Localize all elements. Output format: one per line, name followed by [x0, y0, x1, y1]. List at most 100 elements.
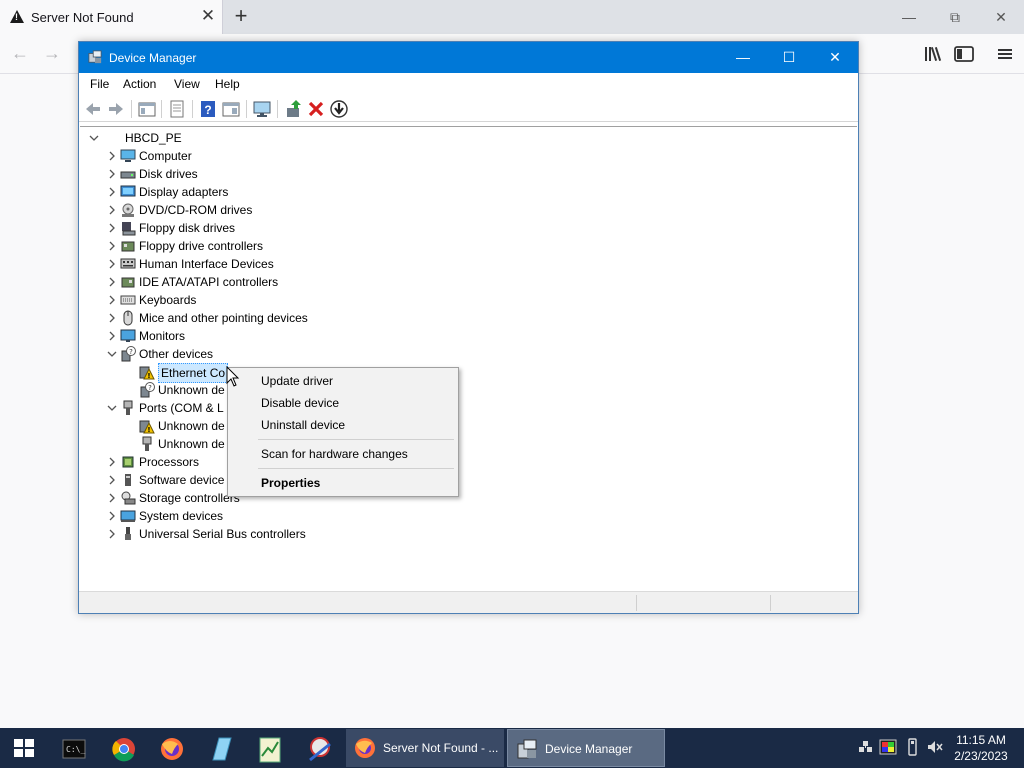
chevron-down-icon[interactable]	[88, 129, 100, 147]
help-icon[interactable]: ?	[198, 99, 218, 119]
tree-item-label: Other devices	[139, 347, 214, 361]
taskbar-firefox-task[interactable]: Server Not Found - ...	[346, 729, 504, 767]
chevron-right-icon[interactable]	[106, 219, 118, 237]
tree-item-label: Processors	[139, 455, 200, 469]
tree-item[interactable]: Universal Serial Bus controllers	[106, 525, 840, 543]
dvd-drive-icon	[122, 203, 134, 217]
close-button[interactable]: ✕	[812, 42, 858, 73]
uninstall-x-icon[interactable]	[306, 99, 326, 119]
chevron-right-icon[interactable]	[106, 327, 118, 345]
color-settings-tray-icon[interactable]	[879, 738, 897, 756]
menu-scan-hardware[interactable]: Scan for hardware changes	[230, 443, 456, 465]
tree-item-label: Ports (COM & L	[139, 401, 224, 415]
chevron-right-icon[interactable]	[106, 471, 118, 489]
chevron-right-icon[interactable]	[106, 183, 118, 201]
chevron-right-icon[interactable]	[106, 255, 118, 273]
new-tab-button[interactable]: +	[229, 4, 253, 30]
tree-item-label: Unknown de	[158, 419, 225, 433]
back-arrow-icon[interactable]	[83, 99, 103, 119]
sidebar-icon[interactable]	[952, 42, 976, 66]
chevron-right-icon[interactable]	[106, 201, 118, 219]
chevron-right-icon[interactable]	[106, 291, 118, 309]
tree-item[interactable]: ? Other devices	[106, 345, 840, 363]
tree-item[interactable]: Ports (COM & L	[106, 399, 840, 417]
library-icon[interactable]	[921, 42, 945, 66]
tree-item[interactable]: Floppy disk drives	[106, 219, 840, 237]
chevron-right-icon[interactable]	[106, 489, 118, 507]
chevron-right-icon[interactable]	[106, 453, 118, 471]
tree-item-label: Computer	[139, 149, 192, 163]
maximize-button[interactable]: ☐	[766, 42, 812, 73]
firefox-icon	[355, 738, 375, 758]
menu-disable-device[interactable]: Disable device	[230, 392, 456, 414]
toolbar-divider	[192, 100, 193, 118]
tree-item[interactable]: Storage controllers	[106, 489, 840, 507]
port-icon	[142, 436, 152, 451]
svg-text:?: ?	[204, 103, 211, 117]
chevron-down-icon[interactable]	[106, 399, 118, 417]
view-pane-icon[interactable]	[221, 99, 241, 119]
properties-page-icon[interactable]	[167, 99, 187, 119]
chevron-right-icon[interactable]	[106, 147, 118, 165]
show-hide-console-tree-icon[interactable]	[137, 99, 157, 119]
menu-update-driver[interactable]: Update driver	[230, 370, 456, 392]
system-clock[interactable]: 11:15 AM 2/23/2023	[948, 732, 1014, 764]
minimize-button[interactable]: —	[720, 42, 766, 73]
forward-button[interactable]: →	[38, 40, 66, 68]
menu-file[interactable]: File	[90, 77, 109, 91]
browser-minimize-button[interactable]: —	[894, 4, 924, 30]
usb-drive-tray-icon[interactable]	[903, 738, 921, 756]
svg-text:C:\_: C:\_	[66, 745, 85, 754]
tree-item-label: Storage controllers	[139, 491, 240, 505]
menu-action[interactable]: Action	[123, 77, 156, 91]
title-bar[interactable]: Device Manager — ☐ ✕	[79, 42, 858, 73]
hamburger-menu-icon[interactable]	[993, 42, 1017, 66]
tree-item[interactable]: Display adapters	[106, 183, 840, 201]
notepad-chart-icon[interactable]	[246, 732, 294, 768]
snipping-tool-icon[interactable]	[296, 732, 344, 768]
chevron-right-icon[interactable]	[106, 237, 118, 255]
tree-item[interactable]: Computer	[106, 147, 840, 165]
taskbar-device-manager-task[interactable]: Device Manager	[507, 729, 665, 767]
volume-muted-icon[interactable]	[926, 738, 944, 756]
back-button[interactable]: ←	[6, 40, 34, 68]
chevron-right-icon[interactable]	[106, 525, 118, 543]
download-circle-icon[interactable]	[329, 99, 349, 119]
tree-item[interactable]: Processors	[106, 453, 840, 471]
tree-item[interactable]: IDE ATA/ATAPI controllers	[106, 273, 840, 291]
browser-restore-button[interactable]: ⧉	[940, 4, 970, 30]
chevron-right-icon[interactable]	[106, 273, 118, 291]
update-driver-icon[interactable]	[284, 99, 304, 119]
tree-item[interactable]: Floppy drive controllers	[106, 237, 840, 255]
chevron-down-icon[interactable]	[106, 345, 118, 363]
tree-item[interactable]: Keyboards	[106, 291, 840, 309]
command-prompt-icon[interactable]: C:\_	[50, 732, 98, 768]
tree-root-item[interactable]: HBCD_PE	[88, 129, 840, 147]
tree-item[interactable]: Monitors	[106, 327, 840, 345]
menu-uninstall-device[interactable]: Uninstall device	[230, 414, 456, 436]
tree-item[interactable]: Human Interface Devices	[106, 255, 840, 273]
firefox-icon[interactable]	[148, 732, 196, 768]
explorer-glass-icon[interactable]	[197, 732, 245, 768]
forward-arrow-icon[interactable]	[106, 99, 126, 119]
menu-view[interactable]: View	[174, 77, 200, 91]
browser-tab[interactable]: Server Not Found ✕	[0, 0, 223, 34]
tab-close-icon[interactable]: ✕	[199, 6, 217, 26]
menu-properties[interactable]: Properties	[230, 472, 456, 494]
context-menu: Update driver Disable device Uninstall d…	[227, 367, 459, 497]
chevron-right-icon[interactable]	[106, 165, 118, 183]
tree-item[interactable]: DVD/CD-ROM drives	[106, 201, 840, 219]
monitor-scan-icon[interactable]	[252, 99, 272, 119]
menu-help[interactable]: Help	[215, 77, 240, 91]
chrome-icon[interactable]	[100, 732, 148, 768]
tree-item[interactable]: System devices	[106, 507, 840, 525]
system-device-icon	[120, 510, 136, 522]
tree-item[interactable]: Software device	[106, 471, 840, 489]
chevron-right-icon[interactable]	[106, 309, 118, 327]
tree-item[interactable]: Disk drives	[106, 165, 840, 183]
windows-start-icon[interactable]	[0, 728, 48, 768]
network-tray-icon[interactable]	[857, 738, 875, 756]
browser-close-button[interactable]: ✕	[986, 4, 1016, 30]
chevron-right-icon[interactable]	[106, 507, 118, 525]
tree-item[interactable]: Mice and other pointing devices	[106, 309, 840, 327]
